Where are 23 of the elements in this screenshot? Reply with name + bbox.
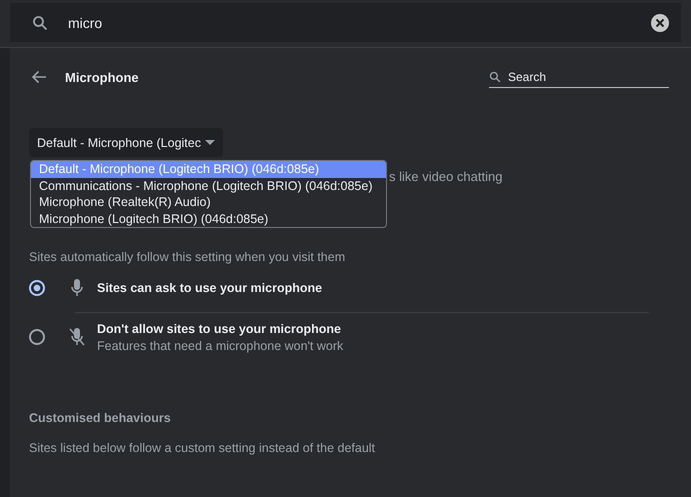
device-dropdown[interactable]: Default - Microphone (Logitec — [29, 128, 223, 157]
dropdown-option[interactable]: Microphone (Realtek(R) Audio) — [31, 194, 386, 210]
search-icon — [32, 14, 48, 30]
back-arrow-icon[interactable] — [31, 70, 47, 84]
clear-icon[interactable] — [651, 14, 669, 32]
search-icon — [489, 71, 501, 83]
option-label: Don't allow sites to use your microphone — [97, 322, 342, 336]
section-description: Sites automatically follow this setting when you visit them — [29, 250, 346, 264]
option-description: Features that need a microphone won't work — [97, 338, 344, 352]
description-text: s like video chatting — [389, 169, 502, 184]
dropdown-option[interactable]: Microphone (Logitech BRIO) (046d:085e) — [31, 210, 386, 227]
microphone-off-icon — [69, 328, 85, 346]
page-title: Microphone — [65, 70, 140, 84]
section-description: Sites listed below follow a custom setting instead of the default — [29, 441, 376, 455]
radio-button[interactable] — [29, 329, 45, 345]
dropdown-option[interactable]: Communications - Microphone (Logitech BRIO) (046d:085e) — [31, 178, 386, 194]
option-label: Sites can ask to use your microphone — [97, 281, 322, 295]
radio-button[interactable] — [29, 280, 45, 296]
section-heading: Customised behaviours — [29, 411, 172, 425]
search-field[interactable]: micro — [10, 3, 681, 42]
microphone-icon — [69, 279, 85, 297]
caret-icon — [204, 140, 215, 145]
search-field[interactable]: Search — [489, 70, 669, 88]
